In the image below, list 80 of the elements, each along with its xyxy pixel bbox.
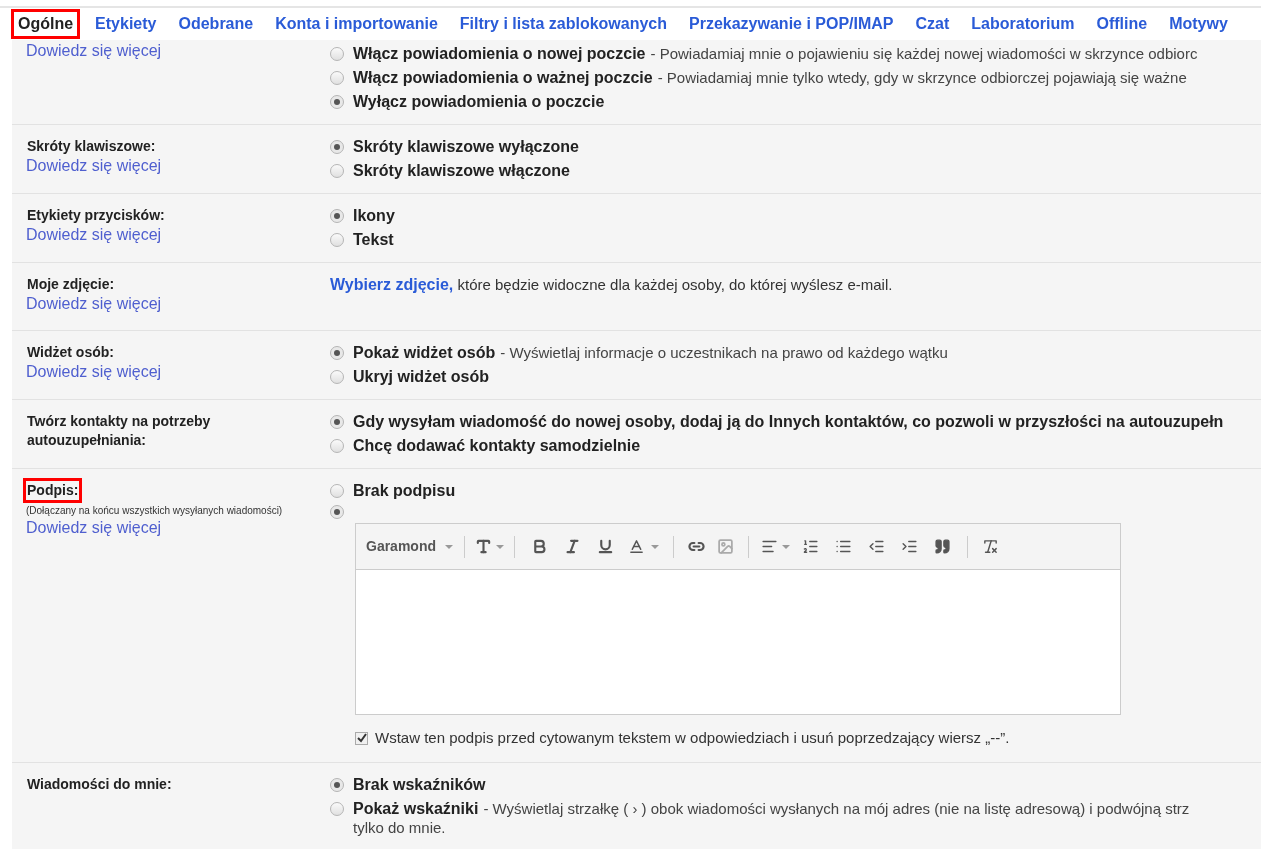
radio-button[interactable] — [330, 233, 344, 247]
learn-more-link[interactable]: Dowiedz się więcej — [26, 362, 162, 382]
signature-editor[interactable]: Garamond — [355, 523, 1121, 715]
indent-more-icon[interactable] — [901, 538, 918, 555]
option-description: - Powiadamiaj mnie o pojawieniu się każdej nowej wiadomości w skrzynce odbiorc — [650, 44, 1198, 64]
option-label: Wyłącz powiadomienia o poczcie — [353, 92, 605, 112]
option-label: Brak podpisu — [353, 481, 456, 501]
option-label: Pokaż widżet osób — [353, 343, 496, 363]
radio-button[interactable] — [330, 164, 344, 178]
radio-button[interactable] — [330, 346, 344, 360]
setting-label: Etykiety przycisków: — [26, 206, 166, 225]
radio-button[interactable] — [330, 47, 344, 61]
align-icon[interactable] — [761, 538, 778, 555]
option-label: Ikony — [353, 206, 395, 226]
caret-icon — [782, 544, 790, 549]
italic-icon[interactable] — [564, 538, 581, 555]
learn-more-link[interactable]: Dowiedz się więcej — [26, 225, 162, 245]
settings-tab[interactable]: Konta i importowanie — [271, 12, 442, 36]
radio-button[interactable] — [330, 415, 344, 429]
option-label: Ukryj widżet osób — [353, 367, 490, 387]
radio-button[interactable] — [330, 777, 344, 792]
settings-tab[interactable]: Filtry i lista zablokowanych — [455, 12, 671, 36]
radio-button[interactable] — [330, 140, 344, 154]
settings-tab[interactable]: Offline — [1092, 12, 1152, 36]
option-label: Tekst — [353, 230, 394, 250]
quote-icon[interactable] — [934, 538, 951, 555]
option-description: tylko do mnie. — [353, 818, 447, 837]
option-label: Gdy wysyłam wiadomość do nowej osoby, dodaj ją do Innych kontaktów, co pozwoli w przyszłości na autouzupełn — [353, 412, 1224, 432]
option-label: Brak wskaźników — [353, 774, 486, 795]
settings-tab[interactable]: Odebrane — [174, 12, 258, 36]
radio-button[interactable] — [330, 484, 344, 498]
indent-less-icon[interactable] — [868, 538, 885, 555]
underline-icon[interactable] — [597, 538, 614, 555]
caret-icon — [651, 544, 659, 549]
setting-label: Skróty klawiszowe: — [26, 137, 157, 156]
bold-icon[interactable] — [531, 538, 548, 555]
radio-button[interactable] — [330, 801, 344, 816]
learn-more-link[interactable]: Dowiedz się więcej — [26, 156, 162, 176]
option-label: Pokaż wskaźniki — [353, 798, 479, 819]
numbered-list-icon[interactable] — [802, 538, 819, 555]
option-label: Chcę dodawać kontakty samodzielnie — [353, 436, 641, 456]
settings-tab[interactable]: Laboratorium — [967, 12, 1079, 36]
caret-icon — [445, 544, 453, 549]
radio-button[interactable] — [330, 95, 344, 109]
settings-tab[interactable]: Etykiety — [91, 12, 161, 36]
radio-button[interactable] — [330, 209, 344, 223]
font-dropdown[interactable]: Garamond — [365, 536, 454, 557]
learn-more-link[interactable]: Dowiedz się więcej — [26, 41, 162, 61]
option-description: - Powiadamiaj mnie tylko wtedy, gdy w skrzynce odbiorczej pojawiają się ważne — [657, 68, 1187, 88]
radio-button[interactable] — [330, 505, 344, 519]
option-description: - Wyświetlaj informacje o uczestnikach na prawo od każdego wątku — [500, 343, 948, 363]
setting-label: Wiadomości do mnie: — [26, 774, 173, 794]
option-label: Skróty klawiszowe wyłączone — [353, 137, 579, 157]
photo-description: Wybierz zdjęcie, które będzie widoczne dla każdej osoby, do której wyślesz e-mail. — [330, 275, 893, 295]
setting-label: Twórz kontakty na potrzeby autouzupełniania: — [26, 412, 212, 450]
learn-more-link[interactable]: Dowiedz się więcej — [26, 518, 162, 538]
option-label: Włącz powiadomienia o nowej poczcie — [353, 44, 646, 64]
option-label: Skróty klawiszowe włączone — [353, 161, 570, 181]
remove-formatting-icon[interactable] — [982, 538, 999, 555]
settings-tab[interactable]: Ogólne — [14, 12, 78, 36]
radio-button[interactable] — [330, 71, 344, 85]
text-size-icon[interactable] — [475, 538, 492, 555]
checkbox[interactable] — [355, 731, 368, 745]
caret-icon — [496, 544, 504, 549]
text-color-icon[interactable] — [628, 538, 645, 555]
radio-button[interactable] — [330, 439, 344, 453]
learn-more-link[interactable]: Dowiedz się więcej — [26, 294, 162, 314]
option-label: Włącz powiadomienia o ważnej poczcie — [353, 68, 653, 88]
option-description: - Wyświetlaj strzałkę ( › ) obok wiadomości wysłanych na mój adres (nie na listę adresową) i podwójną strz — [483, 798, 1190, 819]
setting-label: Moje zdjęcie: — [26, 275, 116, 294]
setting-note: (Dołączany na końcu wszystkich wysyłanych wiadomości) — [26, 504, 284, 518]
bulleted-list-icon[interactable] — [835, 538, 852, 555]
settings-tab[interactable]: Czat — [911, 12, 954, 36]
checkbox-label: Wstaw ten podpis przed cytowanym tekstem w odpowiedziach i usuń poprzedzający wiersz „--”. — [375, 728, 1010, 748]
setting-label: Widżet osób: — [26, 343, 115, 362]
choose-photo-link[interactable]: Wybierz zdjęcie, — [330, 276, 454, 293]
settings-tab[interactable]: Przekazywanie i POP/IMAP — [685, 12, 898, 36]
settings-tab[interactable]: Motywy — [1165, 12, 1232, 36]
setting-label: Podpis: — [26, 481, 80, 500]
radio-button[interactable] — [330, 370, 344, 384]
